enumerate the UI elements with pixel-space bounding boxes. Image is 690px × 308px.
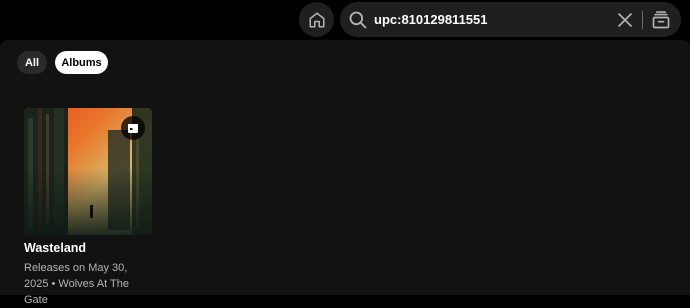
home-button[interactable] [299,2,334,37]
search-icon [349,11,367,29]
search-box[interactable] [340,2,681,37]
calendar-icon [128,124,138,133]
search-input[interactable] [374,8,594,30]
album-cover [24,108,152,235]
filter-chip-albums[interactable]: Albums [55,51,108,74]
home-icon [309,12,324,27]
album-subtitle: Releases on May 30, 2025 • Wolves At The… [24,260,154,308]
top-bar [0,0,690,40]
browse-icon[interactable] [651,10,671,30]
album-badge [121,116,145,140]
album-title: Wasteland [24,241,87,255]
album-release-date: Releases on May 30, [24,262,128,274]
close-icon[interactable] [616,11,634,29]
album-artist-line: 2025 • Wolves At The Gate [24,278,129,306]
album-card[interactable]: Wasteland Releases on May 30, 2025 • Wol… [24,108,154,306]
filter-chip-all[interactable]: All [17,51,47,74]
search-results-panel: All Albums Wasteland Releases on May 30,… [0,40,690,306]
search-divider [642,11,643,29]
